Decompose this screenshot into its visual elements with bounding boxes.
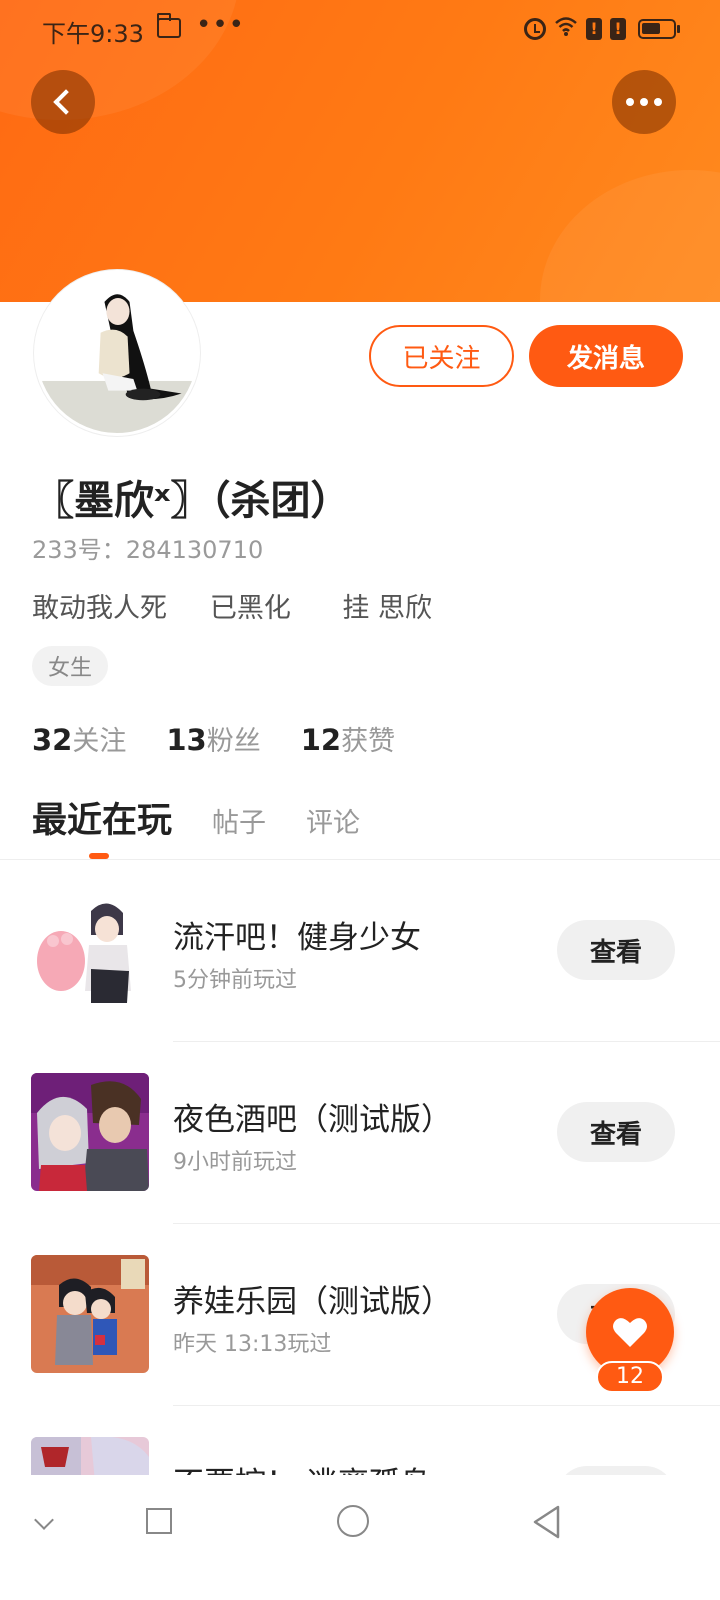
nav-recents-icon[interactable] [146, 1508, 172, 1534]
system-nav-bar [0, 1475, 720, 1600]
profile-uid: 233号：284130710 [32, 536, 264, 564]
list-item[interactable]: 不要控！ 逃离孤岛 查看 [0, 1406, 720, 1475]
battery-icon [638, 19, 680, 39]
game-title: 不要控！ 逃离孤岛 [173, 1458, 431, 1475]
status-icons: ! ! [524, 14, 680, 44]
status-more-dots: ••• [196, 10, 246, 40]
game-title: 流汗吧！健身少女 [173, 920, 421, 956]
tab-comments[interactable]: 评论 [306, 801, 360, 840]
nav-down-icon[interactable] [34, 1510, 54, 1530]
stat-number: 32 [32, 723, 73, 757]
game-played-time: 9小时前玩过 [173, 1150, 297, 1175]
back-icon [53, 89, 79, 115]
profile-bio: 敢动我人死 已黑化 挂 思欣 [32, 593, 432, 624]
view-game-button[interactable]: 查看 [557, 1102, 675, 1162]
game-played-time: 5分钟前玩过 [173, 968, 297, 993]
view-game-button[interactable]: 查看 [557, 1466, 675, 1475]
alarm-icon [524, 18, 546, 40]
profile-tabs: 最近在玩 帖子 评论 [32, 792, 360, 843]
more-button[interactable] [612, 70, 676, 134]
nav-home-icon[interactable] [337, 1505, 369, 1537]
gender-tag: 女生 [32, 646, 109, 686]
like-count-badge: 12 [596, 1361, 664, 1393]
banner-decoration [540, 170, 720, 302]
stat-number: 13 [166, 723, 207, 757]
game-thumbnail [31, 891, 149, 1009]
stat-followers[interactable]: 13 粉丝 [166, 719, 260, 758]
status-time: 下午9:33 [42, 20, 144, 48]
list-item[interactable]: 夜色酒吧（测试版） 9小时前玩过 查看 [0, 1042, 720, 1224]
profile-stats: 32 关注 13 粉丝 12 获赞 [32, 719, 395, 758]
wifi-icon [554, 15, 578, 43]
game-thumbnail [31, 1255, 149, 1373]
tab-posts[interactable]: 帖子 [212, 801, 266, 840]
game-played-time: 昨天 13:13玩过 [173, 1332, 332, 1357]
followed-button[interactable]: 已关注 [369, 325, 514, 387]
game-thumbnail [31, 1437, 149, 1475]
folder-icon [157, 13, 181, 38]
signal-warning-icon: ! [610, 18, 626, 40]
stat-label: 获赞 [341, 726, 396, 757]
stat-label: 粉丝 [206, 726, 261, 757]
tab-recently-played[interactable]: 最近在玩 [32, 792, 172, 843]
list-item[interactable]: 流汗吧！健身少女 5分钟前玩过 查看 [0, 860, 720, 1042]
avatar-image [37, 273, 197, 433]
game-title: 养娃乐园（测试版） [173, 1284, 452, 1320]
more-icon [626, 98, 662, 106]
profile-nickname: 〖墨欣ˣ〗（杀团） [34, 478, 351, 524]
profile-banner: 下午9:33 ••• ! ! [0, 0, 720, 302]
send-message-button[interactable]: 发消息 [529, 325, 683, 387]
signal-warning-icon: ! [586, 18, 602, 40]
stat-number: 12 [300, 723, 342, 757]
status-bar: 下午9:33 ••• ! ! [0, 0, 720, 56]
game-title: 夜色酒吧（测试版） [173, 1102, 452, 1138]
stat-following[interactable]: 32 关注 [32, 719, 126, 758]
stat-likes: 12 获赞 [301, 719, 395, 758]
back-button[interactable] [31, 70, 95, 134]
view-game-button[interactable]: 查看 [557, 920, 675, 980]
game-thumbnail [31, 1073, 149, 1191]
stat-label: 关注 [72, 726, 127, 757]
avatar[interactable] [34, 270, 200, 436]
heart-icon [613, 1318, 647, 1347]
